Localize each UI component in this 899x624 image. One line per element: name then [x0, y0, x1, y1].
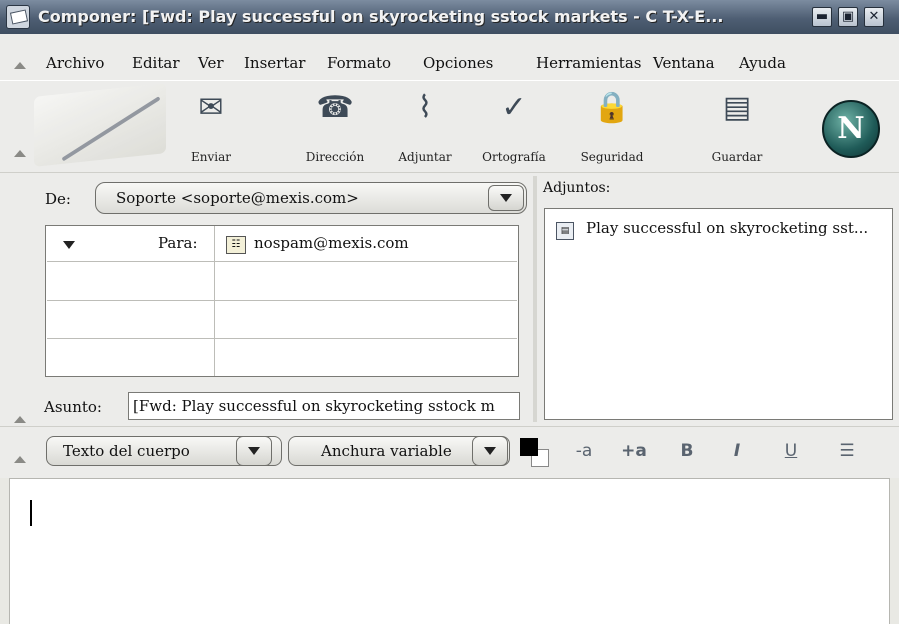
paragraph-style-dropdown[interactable] — [236, 436, 272, 466]
spellcheck-label: Ortografía — [482, 150, 546, 164]
contact-card-icon: ☷ — [226, 236, 246, 254]
menu-insertar[interactable]: Insertar — [244, 52, 305, 74]
header-collapse-grip[interactable] — [14, 416, 26, 423]
floppy-disk-icon: ▤ — [722, 90, 752, 125]
recipient-row-divider — [47, 300, 517, 301]
pen-paper-decoration — [34, 83, 166, 167]
menu-formato[interactable]: Formato — [327, 52, 391, 74]
attachments-list[interactable] — [544, 208, 893, 420]
compose-app-icon[interactable] — [6, 5, 30, 29]
recipient-row-divider — [47, 338, 517, 339]
recipient-type-label: Para: — [158, 234, 198, 252]
recipient-column-divider — [214, 226, 215, 376]
menu-herramientas[interactable]: Herramientas — [536, 52, 641, 74]
menu-editar[interactable]: Editar — [132, 52, 180, 74]
send-label: Enviar — [191, 150, 231, 164]
subject-input[interactable]: [Fwd: Play successful on skyrocketing ss… — [128, 392, 520, 420]
menu-ver[interactable]: Ver — [198, 52, 224, 74]
address-label: Dirección — [305, 150, 365, 164]
from-label: De: — [45, 190, 71, 208]
menu-ventana[interactable]: Ventana — [653, 52, 715, 74]
send-icon: ✉ — [198, 90, 224, 125]
attachment-item[interactable]: Play successful on skyrocketing sst... — [586, 219, 888, 237]
text-color-swatch[interactable] — [520, 438, 538, 456]
paperclip-icon: ⌇ — [417, 90, 433, 125]
larger-font-button[interactable]: +a — [612, 438, 656, 464]
bold-button[interactable]: B — [672, 438, 702, 464]
recipient-address[interactable]: nospam@mexis.com — [254, 234, 409, 252]
attach-label: Adjuntar — [398, 150, 452, 164]
address-book-icon: ☎ — [316, 90, 354, 125]
netscape-logo[interactable]: N — [822, 100, 880, 158]
close-button[interactable]: ✕ — [864, 7, 884, 27]
from-select[interactable]: Soporte <soporte@mexis.com> — [95, 182, 527, 214]
security-label: Seguridad — [580, 150, 644, 164]
subject-label: Asunto: — [44, 398, 102, 416]
menu-ayuda[interactable]: Ayuda — [739, 52, 786, 74]
chevron-down-icon — [484, 447, 496, 455]
spellcheck-icon: ✓ — [501, 90, 527, 125]
security-button[interactable]: 🔒 Seguridad — [572, 86, 652, 168]
chevron-down-icon — [248, 447, 260, 455]
message-attachment-icon: ▤ — [556, 222, 574, 240]
from-dropdown-button[interactable] — [488, 185, 524, 211]
italic-button[interactable]: I — [724, 438, 750, 464]
underline-button[interactable]: U — [778, 438, 804, 464]
send-button[interactable]: ✉ Enviar — [176, 86, 246, 168]
chevron-down-icon[interactable] — [63, 241, 75, 249]
menu-archivo[interactable]: Archivo — [46, 52, 104, 74]
window-title: Componer: [Fwd: Play successful on skyro… — [38, 7, 724, 26]
spellcheck-button[interactable]: ✓ Ortografía — [476, 86, 552, 168]
menu-opciones[interactable]: Opciones — [423, 52, 493, 74]
menubar-collapse-grip[interactable] — [14, 62, 26, 69]
address-button[interactable]: ☎ Dirección — [290, 86, 380, 168]
minimize-button[interactable]: ▬ — [812, 7, 832, 27]
formatbar-collapse-grip[interactable] — [14, 456, 26, 463]
attach-button[interactable]: ⌇ Adjuntar — [390, 86, 460, 168]
message-body-editor[interactable] — [9, 478, 890, 624]
smaller-font-button[interactable]: -a — [566, 438, 602, 464]
chevron-down-icon — [500, 194, 512, 202]
lock-icon: 🔒 — [593, 90, 631, 125]
text-caret — [30, 500, 32, 526]
maximize-button[interactable]: ▣ — [838, 7, 858, 27]
attachments-label: Adjuntos: — [543, 180, 611, 196]
recipient-row-divider — [47, 261, 517, 262]
save-button[interactable]: ▤ Guardar — [700, 86, 774, 168]
font-dropdown[interactable] — [472, 436, 508, 466]
toolbar-collapse-grip[interactable] — [14, 150, 26, 157]
save-label: Guardar — [711, 150, 763, 164]
bullet-list-button[interactable]: ☰ — [832, 438, 862, 464]
header-splitter[interactable] — [533, 176, 537, 422]
